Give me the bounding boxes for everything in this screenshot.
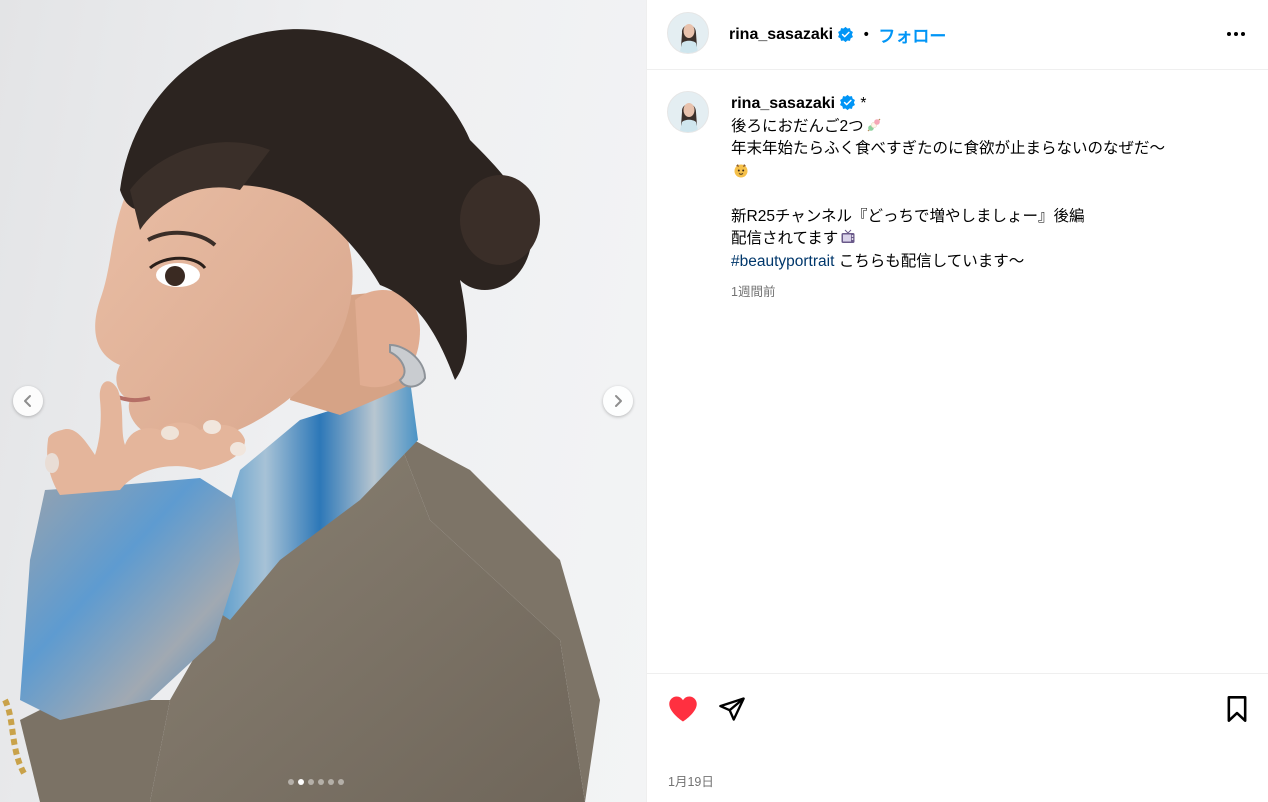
dango-emoji [867,118,881,131]
caption-text: 配信されてます [731,230,839,247]
caption-text: こちらも配信しています〜 [838,252,1025,270]
caption-area: rina_sasazaki * 後ろにおだんご2つ 年末年始たらふく食べすぎたの… [647,71,1268,673]
like-button[interactable] [665,691,701,727]
action-bar [647,673,1268,743]
tv-emoji [841,229,855,243]
hashtag-link[interactable]: #beautyportrait [731,253,834,270]
share-button[interactable] [714,691,750,727]
post-photo [2,29,600,802]
follow-button[interactable]: フォロー [878,22,946,47]
caption-first-line: rina_sasazaki * [731,93,1241,116]
carousel-dot [298,779,304,785]
username-link[interactable]: rina_sasazaki [729,26,833,44]
post-details-panel: rina_sasazaki • フォロー rina_sasazaki * 後ろに… [646,0,1268,802]
header-separator: • [862,26,871,43]
more-options-icon[interactable] [1221,21,1251,47]
avatar-image [668,13,708,53]
caption-username-link[interactable]: rina_sasazaki [731,95,835,112]
verified-badge-icon [838,26,854,43]
avatar-image [668,92,708,132]
carousel-dot [338,779,344,785]
caption-line: 新R25チャンネル『どっちで増やしましょー』後編 [731,207,1085,225]
carousel-previous-button[interactable] [13,386,43,416]
caption: rina_sasazaki * 後ろにおだんご2つ 年末年始たらふく食べすぎたの… [731,93,1241,273]
post-media[interactable] [0,0,646,802]
bookmark-icon [1227,696,1247,722]
chevron-left-icon [24,395,31,407]
caption-line: 後ろにおだんご2つ [731,116,1241,139]
caption-line: 配信されてます [731,228,1241,251]
chevron-right-icon [615,395,622,407]
post-date[interactable]: 1月19日 [668,771,714,790]
caption-line: 年末年始たらふく食べすぎたのに食欲が止まらないのなぜだ〜 [731,140,1166,157]
post-time-ago[interactable]: 1週間前 [731,281,775,300]
save-button[interactable] [1219,691,1255,727]
caption-text: * [860,95,867,112]
face-emoji [734,163,748,177]
carousel-dot [308,779,314,785]
caption-line: #beautyportrait こちらも配信しています〜 [731,251,1241,274]
avatar[interactable] [667,91,709,133]
paper-plane-icon [719,697,745,721]
carousel-indicator [288,779,344,785]
carousel-next-button[interactable] [603,386,633,416]
verified-badge-icon [840,94,856,111]
caption-line [731,183,1241,206]
heart-icon [669,696,697,722]
avatar[interactable] [667,12,709,54]
carousel-dot [328,779,334,785]
post-header: rina_sasazaki • フォロー [647,0,1268,70]
caption-text: 後ろにおだんご2つ [731,117,864,135]
caption-line [731,161,1241,184]
carousel-dot [318,779,324,785]
carousel-dot [288,779,294,785]
